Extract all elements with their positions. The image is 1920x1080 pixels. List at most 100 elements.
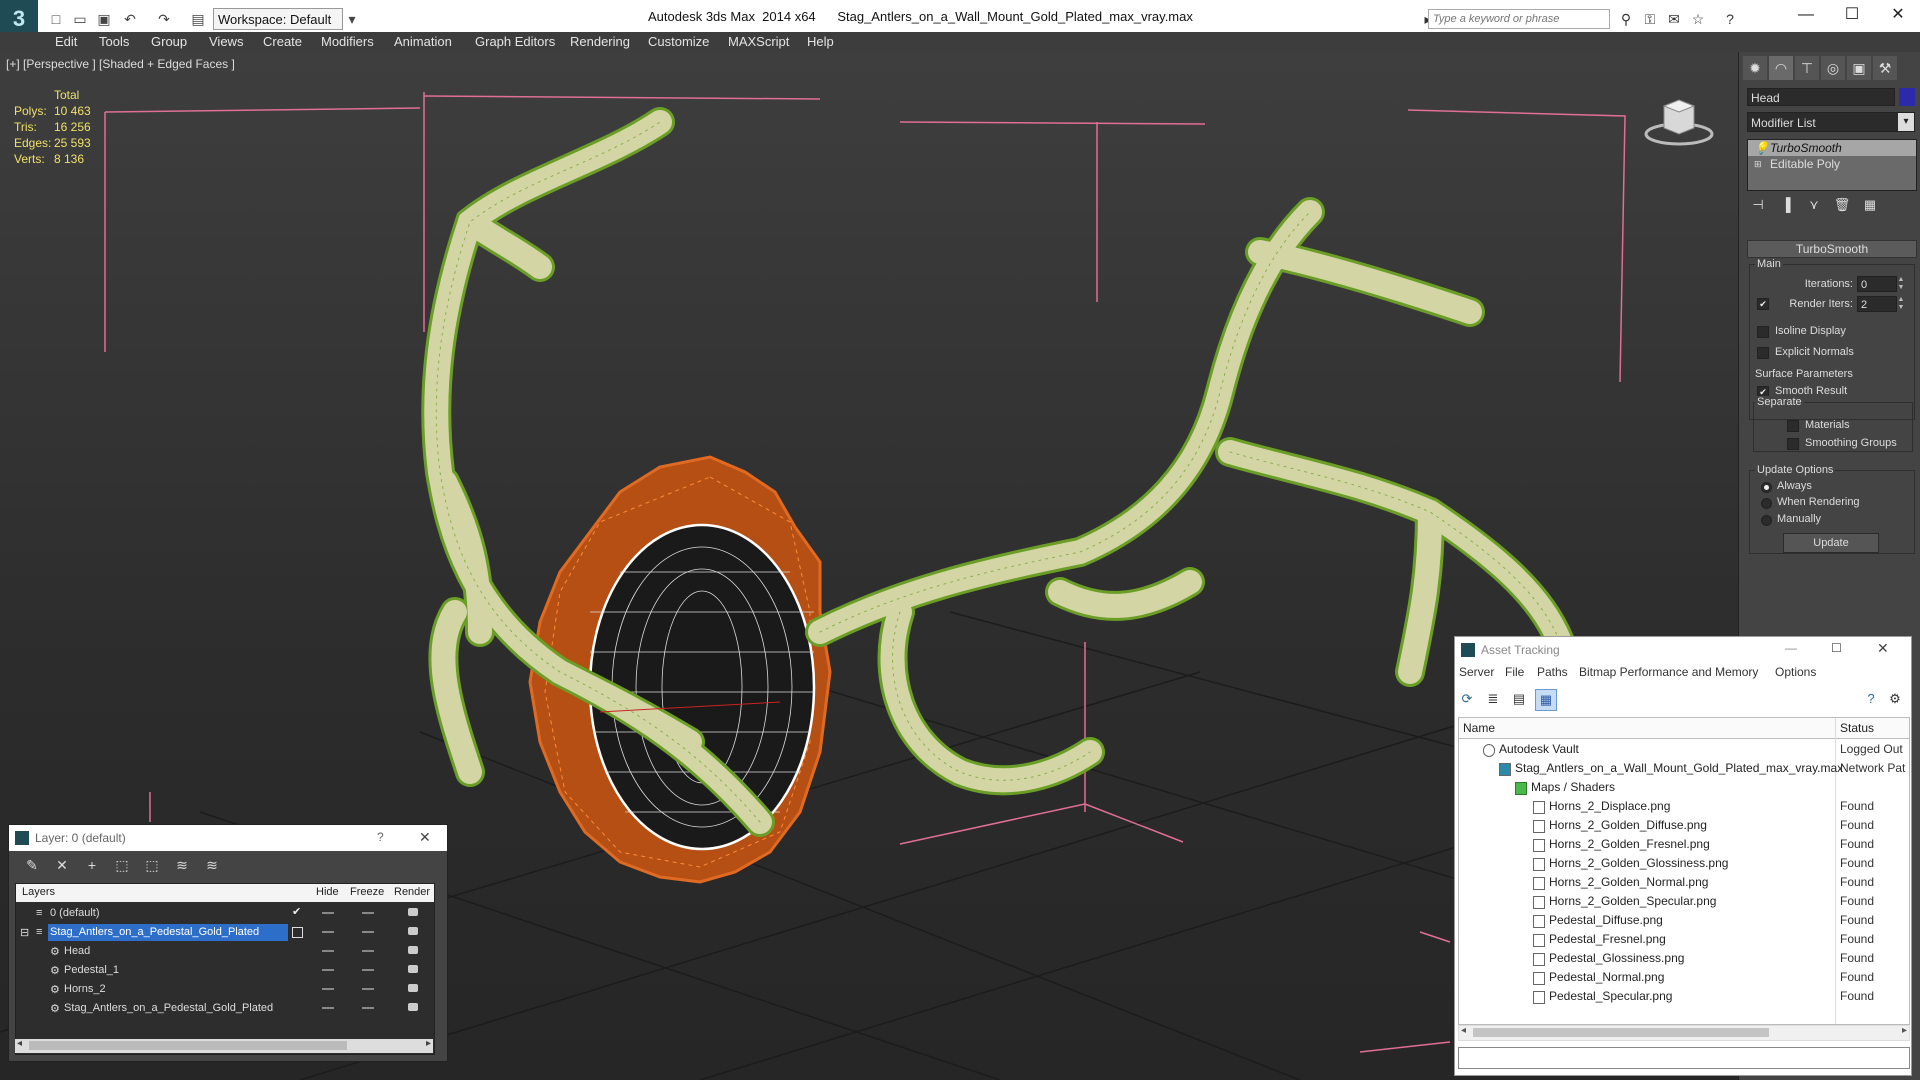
scrollbar-thumb[interactable]: [1473, 1028, 1769, 1037]
save-file-icon[interactable]: ▣: [94, 9, 114, 29]
minimize-icon[interactable]: —: [1785, 641, 1797, 655]
modifier-list-dropdown[interactable]: Modifier List ▾: [1747, 112, 1915, 132]
freeze-toggle[interactable]: [362, 931, 374, 933]
layer-row[interactable]: ⚙ Pedestal_1: [16, 961, 434, 980]
scroll-right-icon[interactable]: ▸: [1902, 1025, 1907, 1036]
workspace-dropdown-arrow-icon[interactable]: ▾: [342, 9, 362, 29]
search-input[interactable]: [1428, 9, 1610, 29]
table-row[interactable]: Pedestal_Fresnel.png Found: [1459, 930, 1909, 949]
render-teapot-icon[interactable]: [408, 1003, 418, 1011]
freeze-column-header[interactable]: Freeze: [350, 886, 384, 898]
close-icon[interactable]: ✕: [1877, 640, 1889, 657]
menu-graph-editors[interactable]: Graph Editors: [475, 33, 555, 51]
scroll-left-icon[interactable]: ◂: [17, 1038, 22, 1049]
freeze-toggle[interactable]: [362, 1007, 374, 1009]
highlight-layer-icon[interactable]: ⬚: [141, 855, 163, 875]
create-layer-icon[interactable]: ✎: [21, 855, 43, 875]
minimize-button[interactable]: —: [1786, 4, 1826, 26]
table-row[interactable]: Horns_2_Golden_Normal.png Found: [1459, 873, 1909, 892]
help-button[interactable]: ?: [377, 830, 384, 844]
show-end-result-icon[interactable]: ▐: [1775, 195, 1797, 215]
table-row[interactable]: Horns_2_Golden_Specular.png Found: [1459, 892, 1909, 911]
menu-rendering[interactable]: Rendering: [570, 33, 630, 51]
status-column-header[interactable]: Status: [1840, 721, 1874, 735]
name-column-header[interactable]: Name: [1463, 721, 1495, 735]
update-button[interactable]: Update: [1783, 533, 1879, 553]
table-row[interactable]: Horns_2_Golden_Glossiness.png Found: [1459, 854, 1909, 873]
stack-item-editable-poly[interactable]: ⊞ Editable Poly: [1748, 156, 1916, 172]
asset-horizontal-scrollbar[interactable]: ◂ ▸: [1458, 1025, 1910, 1041]
menu-group[interactable]: Group: [151, 33, 187, 51]
asset-menu-options[interactable]: Options: [1775, 665, 1816, 679]
table-row[interactable]: Horns_2_Golden_Diffuse.png Found: [1459, 816, 1909, 835]
delete-layer-icon[interactable]: ✕: [51, 855, 73, 875]
freeze-toggle[interactable]: [362, 950, 374, 952]
table-row[interactable]: Pedestal_Specular.png Found: [1459, 987, 1909, 1006]
table-row[interactable]: Pedestal_Glossiness.png Found: [1459, 949, 1909, 968]
layer-row[interactable]: ⚙ Stag_Antlers_on_a_Pedestal_Gold_Plated: [16, 999, 434, 1018]
table-view-icon[interactable]: ▦: [1535, 689, 1557, 711]
render-teapot-icon[interactable]: [408, 908, 418, 916]
iterations-spinner-arrows-icon[interactable]: ▲ ▼: [1897, 276, 1905, 292]
scroll-left-icon[interactable]: ◂: [1461, 1025, 1466, 1036]
layer-row[interactable]: ≡ 0 (default) ✔: [16, 904, 434, 923]
render-teapot-icon[interactable]: [408, 984, 418, 992]
table-row[interactable]: Stag_Antlers_on_a_Wall_Mount_Gold_Plated…: [1459, 759, 1909, 778]
freeze-toggle[interactable]: [362, 969, 374, 971]
turbosmooth-rollout-header[interactable]: TurboSmooth: [1747, 240, 1917, 258]
menu-modifiers[interactable]: Modifiers: [321, 33, 374, 51]
expand-plus-icon[interactable]: ⊞: [1754, 156, 1762, 172]
list-view-icon[interactable]: ≣: [1483, 689, 1503, 709]
subscription-icon[interactable]: ⚿: [1640, 9, 1660, 29]
freeze-all-icon[interactable]: ≋: [201, 855, 223, 875]
layer-row[interactable]: ⊟ ≡ Stag_Antlers_on_a_Pedestal_Gold_Plated: [16, 923, 434, 942]
menu-tools[interactable]: Tools: [99, 33, 129, 51]
table-row[interactable]: Autodesk Vault Logged Out: [1459, 740, 1909, 759]
maximize-icon[interactable]: ☐: [1831, 641, 1842, 655]
freeze-toggle[interactable]: [362, 988, 374, 990]
isoline-display-checkbox[interactable]: [1757, 326, 1769, 338]
render-iters-checkbox[interactable]: ✔: [1757, 298, 1769, 310]
chevron-down-icon[interactable]: ▾: [1898, 113, 1914, 131]
hide-toggle[interactable]: [322, 988, 334, 990]
scroll-right-icon[interactable]: ▸: [426, 1038, 431, 1049]
layer-horizontal-scrollbar[interactable]: ◂ ▸: [15, 1038, 433, 1053]
hide-toggle[interactable]: [322, 912, 334, 914]
close-button[interactable]: ✕: [1878, 4, 1918, 26]
undo-icon[interactable]: ↶: [120, 9, 140, 29]
current-layer-check-icon[interactable]: ✔: [292, 905, 301, 918]
menu-edit[interactable]: Edit: [55, 33, 77, 51]
menu-views[interactable]: Views: [209, 33, 243, 51]
select-objects-icon[interactable]: ⬚: [111, 855, 133, 875]
asset-menu-file[interactable]: File: [1505, 665, 1524, 679]
new-file-icon[interactable]: □: [46, 9, 66, 29]
binoculars-icon[interactable]: ⚲: [1616, 9, 1636, 29]
smoothing-groups-checkbox[interactable]: [1787, 438, 1799, 450]
create-tab-icon[interactable]: ✹: [1743, 56, 1767, 80]
freeze-toggle[interactable]: [362, 912, 374, 914]
menu-maxscript[interactable]: MAXScript: [728, 33, 789, 51]
render-column-header[interactable]: Render: [394, 886, 430, 898]
help-icon[interactable]: ?: [1861, 689, 1881, 709]
set-current-box[interactable]: [292, 927, 303, 938]
layer-row[interactable]: ⚙ Head: [16, 942, 434, 961]
asset-menu-paths[interactable]: Paths: [1537, 665, 1568, 679]
render-teapot-icon[interactable]: [408, 927, 418, 935]
iterations-spinner[interactable]: 0: [1857, 276, 1897, 292]
table-row[interactable]: Pedestal_Diffuse.png Found: [1459, 911, 1909, 930]
hide-toggle[interactable]: [322, 931, 334, 933]
hide-toggle[interactable]: [322, 950, 334, 952]
table-row[interactable]: Horns_2_Golden_Fresnel.png Found: [1459, 835, 1909, 854]
asset-menu-bitmap[interactable]: Bitmap Performance and Memory: [1579, 665, 1758, 679]
viewport-label[interactable]: [+] [Perspective ] [Shaded + Edged Faces…: [6, 57, 235, 71]
when-rendering-radio[interactable]: [1761, 498, 1772, 509]
collapse-icon[interactable]: ⊟: [20, 926, 29, 939]
viewcube-icon[interactable]: [1644, 92, 1714, 147]
hide-all-icon[interactable]: ≋: [171, 855, 193, 875]
render-teapot-icon[interactable]: [408, 965, 418, 973]
table-row[interactable]: Pedestal_Normal.png Found: [1459, 968, 1909, 987]
pin-stack-icon[interactable]: ⊣: [1747, 195, 1769, 215]
menu-help[interactable]: Help: [807, 33, 834, 51]
render-iters-spinner[interactable]: 2: [1857, 296, 1897, 312]
layers-column-header[interactable]: Layers: [22, 886, 55, 898]
